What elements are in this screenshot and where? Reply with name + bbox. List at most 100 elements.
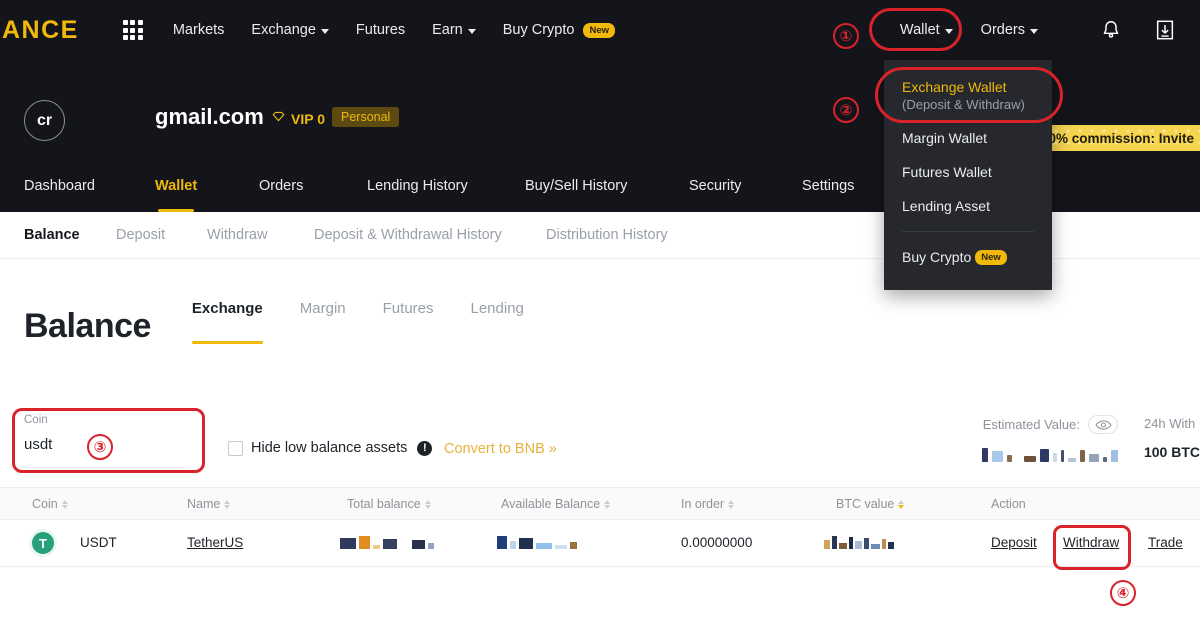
dropdown-item-margin-wallet[interactable]: Margin Wallet — [884, 121, 1052, 155]
convert-to-bnb-link[interactable]: Convert to BNB » — [444, 441, 557, 457]
account-tab-label: Buy/Sell History — [525, 178, 627, 194]
nav-wallet-menu[interactable]: Wallet — [900, 22, 953, 38]
coin-filter[interactable]: Coin usdt — [24, 414, 184, 453]
notification-bell-icon[interactable] — [1100, 19, 1122, 41]
column-header-action: Action — [991, 497, 1026, 511]
estimated-value-block: Estimated Value: — [982, 415, 1118, 462]
account-tab-buy-sell-history[interactable]: Buy/Sell History — [525, 160, 627, 212]
promo-banner-text: 0% commission: Invite — [1048, 131, 1194, 146]
chevron-down-icon — [321, 29, 329, 34]
dropdown-item-title: Margin Wallet — [902, 130, 1034, 146]
top-nav-link-label: Exchange — [251, 22, 316, 38]
subnav-item-deposit-withdrawal-history[interactable]: Deposit & Withdrawal History — [314, 227, 502, 243]
top-nav-link-buy-crypto[interactable]: Buy CryptoNew — [503, 22, 615, 38]
balance-tab-margin[interactable]: Margin — [300, 300, 346, 344]
sort-arrows-icon[interactable] — [62, 500, 68, 509]
balance-type-tabs: Exchange Margin Futures Lending — [192, 300, 561, 344]
dropdown-item-futures-wallet[interactable]: Futures Wallet — [884, 155, 1052, 189]
apps-grid-icon[interactable] — [123, 20, 143, 40]
account-tab-label: Wallet — [155, 178, 197, 194]
page-title: Balance — [24, 305, 151, 347]
subnav-item-distribution-history[interactable]: Distribution History — [546, 227, 668, 243]
page-root: ANCE Markets Exchange Futures Earn Buy Crypt… — [0, 0, 1200, 628]
eye-icon[interactable] — [1088, 415, 1118, 434]
chevron-down-icon — [468, 29, 476, 34]
promo-banner[interactable]: 0% commission: Invite — [1038, 125, 1200, 151]
site-logo[interactable]: ANCE — [0, 16, 79, 45]
account-tab-lending-history[interactable]: Lending History — [367, 160, 468, 212]
account-tab-label: Orders — [259, 178, 303, 194]
top-nav-link-label: Markets — [173, 22, 225, 38]
nav-orders-menu[interactable]: Orders — [981, 22, 1038, 38]
column-header-btc-value[interactable]: BTC value — [836, 497, 904, 511]
sort-arrows-icon[interactable] — [224, 500, 230, 509]
cell-in-order: 0.00000000 — [681, 535, 752, 550]
account-tab-security[interactable]: Security — [689, 160, 741, 212]
hide-low-balance-label: Hide low balance assets — [251, 440, 407, 456]
download-app-icon[interactable] — [1154, 19, 1176, 41]
nav-orders-label: Orders — [981, 22, 1025, 38]
column-header-name[interactable]: Name — [187, 497, 230, 511]
action-withdraw-link[interactable]: Withdraw — [1063, 535, 1119, 550]
sort-arrows-icon[interactable] — [604, 500, 610, 509]
sort-arrows-icon[interactable] — [898, 500, 904, 509]
column-header-label: Name — [187, 497, 220, 511]
cell-coin-symbol: USDT — [80, 535, 117, 550]
dropdown-item-buy-crypto[interactable]: Buy CryptoNew — [884, 240, 1052, 276]
dropdown-item-subtitle: (Deposit & Withdraw) — [902, 97, 1034, 112]
subnav-item-deposit[interactable]: Deposit — [116, 227, 165, 243]
account-tab-label: Lending History — [367, 178, 468, 194]
balance-tab-lending[interactable]: Lending — [471, 300, 524, 344]
balance-tab-exchange[interactable]: Exchange — [192, 300, 263, 344]
dropdown-separator — [902, 231, 1034, 232]
new-badge: New — [975, 250, 1007, 265]
account-tab-settings[interactable]: Settings — [802, 160, 854, 212]
avatar[interactable]: cr — [24, 100, 65, 141]
subnav-item-withdraw[interactable]: Withdraw — [207, 227, 267, 243]
column-header-in-order[interactable]: In order — [681, 497, 734, 511]
column-header-coin[interactable]: Coin — [32, 497, 68, 511]
top-nav-link-markets[interactable]: Markets — [173, 22, 225, 38]
info-icon[interactable]: ! — [417, 441, 432, 456]
account-tab-label: Settings — [802, 178, 854, 194]
column-header-label: In order — [681, 497, 724, 511]
top-navigation-bar: ANCE Markets Exchange Futures Earn Buy Crypt… — [0, 0, 1200, 60]
action-deposit-link[interactable]: Deposit — [991, 535, 1037, 550]
balance-header: Balance Exchange Margin Futures Lending — [24, 300, 561, 347]
top-nav-link-futures[interactable]: Futures — [356, 22, 405, 38]
account-tab-label: Security — [689, 178, 741, 194]
cell-btc-value-redacted — [824, 533, 894, 552]
top-nav-link-earn[interactable]: Earn — [432, 22, 476, 38]
action-trade-link[interactable]: Trade — [1148, 535, 1183, 550]
account-tab-orders[interactable]: Orders — [259, 160, 303, 212]
coin-filter-label: Coin — [24, 414, 184, 426]
chevron-down-icon — [1030, 29, 1038, 34]
coin-search-input[interactable]: usdt — [24, 436, 184, 453]
sort-arrows-icon[interactable] — [425, 500, 431, 509]
wallet-dropdown-menu: Exchange Wallet(Deposit & Withdraw) Margi… — [884, 60, 1052, 290]
hide-low-balance-toggle[interactable]: Hide low balance assets ! — [228, 440, 432, 456]
column-header-label: Total balance — [347, 497, 421, 511]
vip-label: VIP 0 — [291, 111, 325, 127]
hide-low-balance-checkbox[interactable] — [228, 441, 243, 456]
column-header-available-balance[interactable]: Available Balance — [501, 497, 610, 511]
top-nav-link-label: Earn — [432, 22, 463, 38]
dropdown-item-title: Futures Wallet — [902, 164, 1034, 180]
account-tab-wallet[interactable]: Wallet — [155, 160, 197, 212]
cell-coin-name[interactable]: TetherUS — [187, 535, 243, 550]
cell-total-balance-redacted — [340, 533, 434, 552]
balance-table: Coin Name Total balance Available Balance In… — [0, 487, 1200, 567]
column-header-total-balance[interactable]: Total balance — [347, 497, 431, 511]
cell-available-balance-redacted — [497, 533, 577, 552]
top-nav-right-group: Wallet Orders — [900, 0, 1200, 60]
balance-tab-futures[interactable]: Futures — [383, 300, 434, 344]
subnav-item-balance[interactable]: Balance — [24, 227, 80, 243]
account-tab-dashboard[interactable]: Dashboard — [24, 160, 95, 212]
dropdown-item-lending-asset[interactable]: Lending Asset — [884, 189, 1052, 223]
top-nav-link-exchange[interactable]: Exchange — [251, 22, 329, 38]
tether-coin-icon: T — [32, 532, 54, 554]
sort-arrows-icon[interactable] — [728, 500, 734, 509]
dropdown-item-exchange-wallet[interactable]: Exchange Wallet(Deposit & Withdraw) — [884, 70, 1052, 121]
dropdown-item-title: Buy CryptoNew — [902, 249, 1007, 265]
withdrawal-limit-value: 100 BTC — [1144, 444, 1200, 460]
